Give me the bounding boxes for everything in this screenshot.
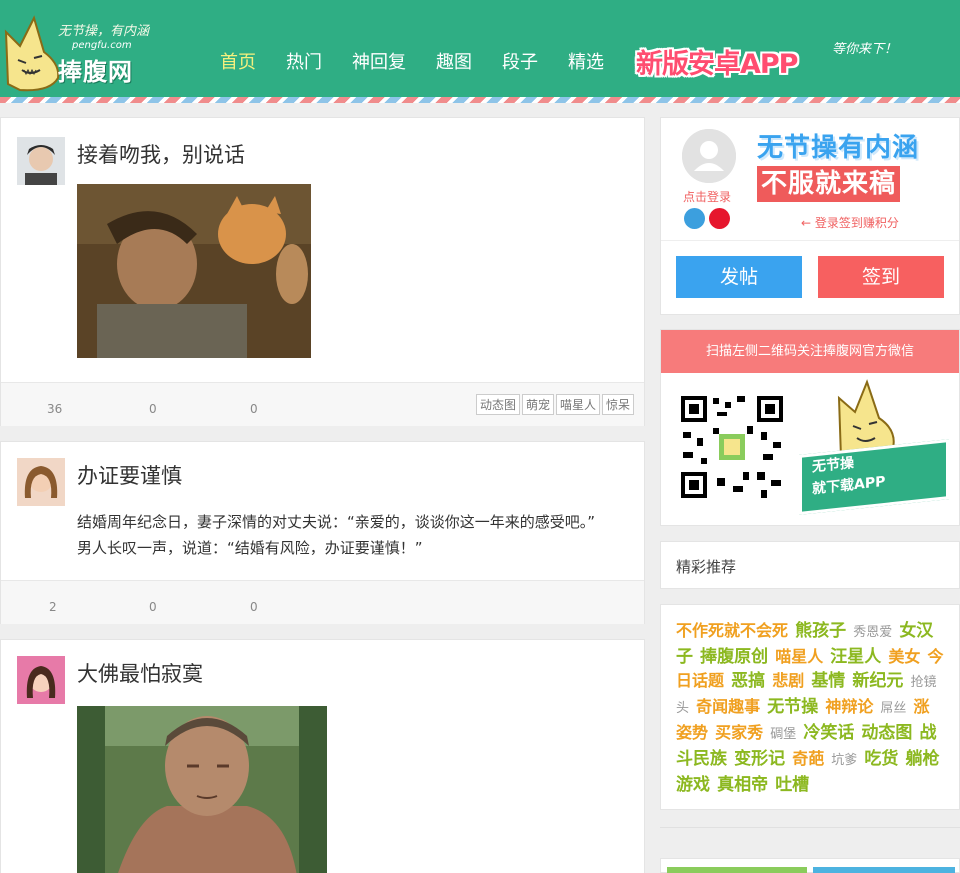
android-app-banner[interactable]: 新版安卓APP <box>636 38 816 90</box>
avatar[interactable] <box>17 137 65 185</box>
post-text: 结婚周年纪念日，妻子深情的对丈夫说：“亲爱的，谈谈你这一年来的感受吧。” 男人长… <box>77 513 626 557</box>
main-nav: 首页 热门 神回复 趣图 段子 精选 <box>205 50 619 76</box>
green-bar <box>667 867 807 873</box>
nav-item-home[interactable]: 首页 <box>205 50 271 76</box>
comment-count[interactable]: 0 <box>250 600 258 614</box>
logo-slogan: 无节操，有内涵 <box>58 24 150 39</box>
dislike-count[interactable]: 0 <box>149 600 157 614</box>
keyword-link[interactable]: 美女 <box>888 647 920 666</box>
keyword-link[interactable]: 躺枪 <box>906 749 940 769</box>
qr-header: 扫描左侧二维码关注捧腹网官方微信 <box>661 330 959 373</box>
post-title[interactable]: 接着吻我，别说话 <box>77 139 245 169</box>
divider <box>661 240 959 241</box>
dislike-count[interactable]: 0 <box>149 402 157 416</box>
keyword-link[interactable]: 坑爹 <box>831 753 857 768</box>
keyword-link[interactable]: 碉堡 <box>770 727 796 742</box>
qr-code-icon <box>677 392 787 502</box>
header-stripe-divider <box>0 97 960 103</box>
logo-name: 捧腹网 <box>58 58 133 86</box>
keyword-link[interactable]: 吃货 <box>864 749 898 769</box>
default-avatar[interactable] <box>682 129 736 183</box>
like-count[interactable]: 36 <box>47 402 62 416</box>
like-count[interactable]: 2 <box>49 600 57 614</box>
ad-line-two: 不服就来稿 <box>757 166 901 202</box>
keyword-link[interactable]: 变形记 <box>734 749 785 769</box>
avatar[interactable] <box>17 656 65 704</box>
man-with-cat-image <box>77 184 311 358</box>
logo-domain: pengfu.com <box>72 40 132 51</box>
keyword-link[interactable]: 喵星人 <box>775 647 823 666</box>
keyword-link[interactable]: 奇葩 <box>792 749 824 768</box>
nav-item-jokes[interactable]: 段子 <box>487 50 553 76</box>
user-avatar-icon <box>17 656 65 704</box>
nav-item-pictures[interactable]: 趣图 <box>421 50 487 76</box>
keyword-link[interactable]: 捧腹原创 <box>700 647 768 667</box>
post-tags: 动态图 萌宠 喵星人 惊呆 <box>475 394 634 415</box>
keyword-link[interactable]: 神辩论 <box>825 697 873 716</box>
tag[interactable]: 萌宠 <box>521 394 554 415</box>
nav-item-hot[interactable]: 热门 <box>271 50 337 76</box>
keyword-link[interactable]: 买家秀 <box>715 723 763 742</box>
app-banner-text: 新版安卓APP <box>636 49 798 80</box>
post-card: 办证要谨慎 结婚周年纪念日，妻子深情的对丈夫说：“亲爱的，谈谈你这一年来的感受吧… <box>0 441 645 624</box>
contribution-ad[interactable]: 无节操有内涵 不服就来稿 <box>757 130 947 210</box>
download-app-badge[interactable]: 无节操 就下载APP <box>799 439 949 515</box>
nav-item-replies[interactable]: 神回复 <box>337 50 421 76</box>
giant-buddha-image <box>77 706 327 873</box>
post-footer: 2 0 0 <box>1 580 644 624</box>
user-avatar-icon <box>17 137 65 185</box>
keyword-link[interactable]: 游戏 <box>676 775 710 795</box>
tag[interactable]: 动态图 <box>475 394 520 415</box>
keyword-link[interactable]: 不作死就不会死 <box>676 621 788 640</box>
user-avatar-icon <box>17 458 65 506</box>
keyword-link[interactable]: 秀恩爱 <box>853 625 892 640</box>
weibo-login-icon[interactable] <box>709 208 730 229</box>
blue-bar <box>813 867 955 873</box>
post-footer: 36 0 0 动态图 萌宠 喵星人 惊呆 <box>1 382 644 426</box>
keyword-link[interactable]: 冷笑话 <box>803 723 854 743</box>
avatar[interactable] <box>17 458 65 506</box>
post-card: 大佛最怕寂寞 <box>0 639 645 873</box>
login-link[interactable]: 点击登录 <box>683 188 731 205</box>
keyword-link[interactable]: 熊孩子 <box>795 621 846 641</box>
qr-code[interactable] <box>677 392 787 502</box>
user-panel: 点击登录 无节操有内涵 不服就来稿 ← 登录签到赚积分 发帖 签到 <box>660 117 960 315</box>
keyword-tag-cloud: 不作死就不会死 熊孩子 秀恩爱 女汉子 捧腹原创 喵星人 汪星人 美女 今日话题… <box>660 604 960 810</box>
keyword-link[interactable]: 悲剧 <box>772 671 804 690</box>
keyword-link[interactable]: 汪星人 <box>830 647 881 667</box>
post-title[interactable]: 办证要谨慎 <box>77 460 182 490</box>
divider <box>660 827 960 828</box>
keyword-link[interactable]: 无节操 <box>767 697 818 717</box>
keyword-link[interactable]: 动态图 <box>861 723 912 743</box>
recommend-title: 精彩推荐 <box>660 541 960 589</box>
ad-line-one: 无节操有内涵 <box>757 133 920 163</box>
sidebar-bottom-panel <box>660 858 960 873</box>
keyword-link[interactable]: 吐槽 <box>775 775 809 795</box>
site-header: 无节操，有内涵 pengfu.com 捧腹网 首页 热门 神回复 趣图 段子 精… <box>0 0 960 97</box>
post-button[interactable]: 发帖 <box>676 256 802 298</box>
qq-login-icon[interactable] <box>684 208 705 229</box>
signin-button[interactable]: 签到 <box>818 256 944 298</box>
tag[interactable]: 喵星人 <box>555 394 600 415</box>
keyword-link[interactable]: 真相帝 <box>717 775 768 795</box>
tag[interactable]: 惊呆 <box>601 394 634 415</box>
comment-count[interactable]: 0 <box>250 402 258 416</box>
keyword-link[interactable]: 屌丝 <box>880 701 906 716</box>
wechat-qr-panel: 扫描左侧二维码关注捧腹网官方微信 无节操 就下载APP <box>660 329 960 526</box>
keyword-link[interactable]: 新纪元 <box>852 671 903 691</box>
user-silhouette-icon <box>682 129 736 183</box>
app-banner-subtext: 等你来下！ <box>832 42 898 57</box>
keyword-link[interactable]: 恶搞 <box>731 671 765 691</box>
signin-hint: ← 登录签到赚积分 <box>801 216 899 230</box>
post-card: 接着吻我，别说话 36 0 0 动态图 萌宠 喵星人 惊呆 <box>0 117 645 426</box>
post-title[interactable]: 大佛最怕寂寞 <box>77 658 203 688</box>
nav-item-featured[interactable]: 精选 <box>553 50 619 76</box>
keyword-link[interactable]: 基情 <box>811 671 845 691</box>
post-image[interactable] <box>77 184 311 358</box>
post-image[interactable] <box>77 706 327 873</box>
site-logo[interactable]: 无节操，有内涵 pengfu.com 捧腹网 <box>0 10 150 92</box>
keyword-link[interactable]: 奇闻趣事 <box>696 697 760 716</box>
